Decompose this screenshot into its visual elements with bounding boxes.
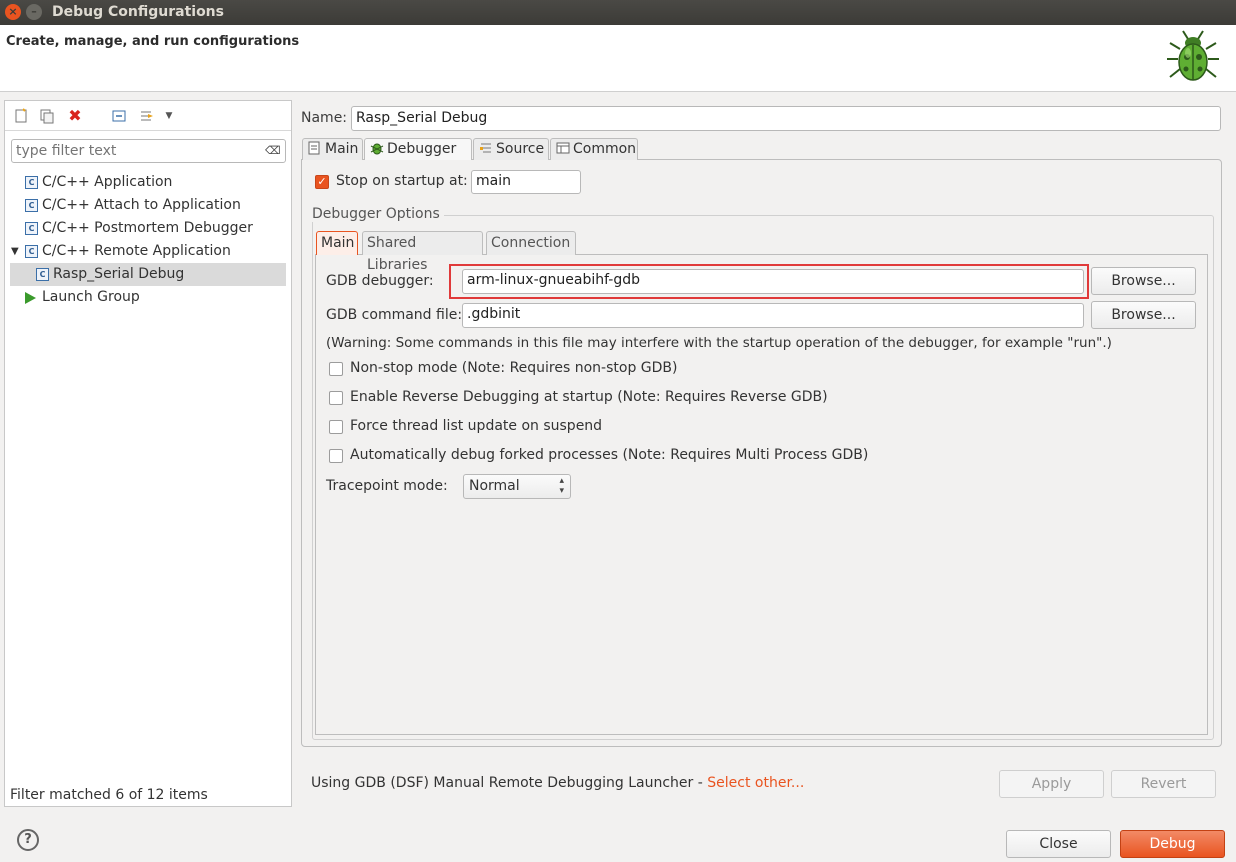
common-tab-icon bbox=[556, 141, 570, 161]
new-config-icon[interactable] bbox=[13, 108, 29, 124]
close-button[interactable]: Close bbox=[1006, 830, 1111, 858]
tree-item-cpp-application[interactable]: C C/C++ Application bbox=[5, 171, 291, 194]
inner-tab-main[interactable]: Main bbox=[316, 231, 358, 255]
config-tree: C C/C++ Application C C/C++ Attach to Ap… bbox=[5, 171, 291, 309]
dialog-header: Create, manage, and run configurations bbox=[0, 25, 1236, 92]
dialog-header-title: Create, manage, and run configurations bbox=[6, 34, 300, 49]
window-close-button[interactable]: × bbox=[5, 4, 21, 20]
filter-status: Filter matched 6 of 12 items bbox=[10, 787, 208, 803]
select-other-link[interactable]: Select other... bbox=[707, 775, 804, 791]
tree-item-cpp-remote[interactable]: ▼ C C/C++ Remote Application bbox=[5, 240, 291, 263]
force-thread-update-label: Force thread list update on suspend bbox=[350, 418, 603, 434]
window-minimize-button[interactable]: – bbox=[26, 4, 42, 20]
stop-on-startup-checkbox[interactable]: ✓ bbox=[315, 175, 329, 189]
debug-forked-processes-label: Automatically debug forked processes (No… bbox=[350, 447, 869, 463]
tab-main[interactable]: Main bbox=[302, 138, 363, 160]
tab-source[interactable]: Source bbox=[473, 138, 549, 160]
launcher-text: Using GDB (DSF) Manual Remote Debugging … bbox=[311, 775, 708, 791]
launch-group-icon bbox=[25, 292, 36, 304]
stop-on-startup-input[interactable]: main bbox=[471, 170, 581, 194]
tree-item-launch-group[interactable]: Launch Group bbox=[5, 286, 291, 309]
help-icon[interactable]: ? bbox=[17, 829, 39, 851]
c-config-icon: C bbox=[25, 176, 38, 189]
delete-icon[interactable]: ✖ bbox=[67, 108, 83, 124]
main-tab-icon bbox=[308, 141, 320, 161]
debugger-options-label: Debugger Options bbox=[312, 206, 444, 222]
title-bar: × – Debug Configurations bbox=[0, 0, 1236, 25]
tab-common[interactable]: Common bbox=[550, 138, 638, 160]
menu-dropdown-icon[interactable]: ▼ bbox=[161, 108, 177, 124]
non-stop-mode-checkbox[interactable] bbox=[329, 362, 343, 376]
c-config-icon: C bbox=[25, 245, 38, 258]
clear-filter-icon[interactable]: ⌫ bbox=[265, 144, 281, 157]
tree-item-label: C/C++ Postmortem Debugger bbox=[42, 220, 253, 236]
debug-button[interactable]: Debug bbox=[1120, 830, 1225, 858]
bug-icon bbox=[1167, 30, 1219, 81]
name-label: Name: bbox=[301, 110, 348, 126]
debug-forked-processes-checkbox[interactable] bbox=[329, 449, 343, 463]
filter-input[interactable] bbox=[11, 139, 286, 163]
expand-arrow-icon[interactable]: ▼ bbox=[11, 240, 19, 263]
tree-item-label: C/C++ Remote Application bbox=[42, 243, 231, 259]
tracepoint-mode-value: Normal bbox=[469, 478, 520, 494]
configuration-list-panel: ✖ ▼ ⌫ C C/C++ Application C C/C++ Attach… bbox=[4, 100, 292, 807]
gdb-command-file-input[interactable]: .gdbinit bbox=[462, 303, 1084, 328]
tab-source-label: Source bbox=[496, 141, 545, 157]
source-tab-icon bbox=[479, 141, 493, 161]
debugger-tab-icon bbox=[370, 141, 384, 161]
c-config-icon: C bbox=[36, 268, 49, 281]
tree-item-label: C/C++ Application bbox=[42, 174, 173, 190]
c-config-icon: C bbox=[25, 199, 38, 212]
spinner-arrows-icon: ▴ ▾ bbox=[559, 476, 564, 496]
duplicate-icon[interactable] bbox=[39, 108, 55, 124]
browse-gdb-command-button[interactable]: Browse... bbox=[1091, 301, 1196, 329]
tree-item-label: C/C++ Attach to Application bbox=[42, 197, 241, 213]
revert-button[interactable]: Revert bbox=[1111, 770, 1216, 798]
tab-debugger-label: Debugger bbox=[387, 141, 457, 157]
tree-item-rasp-serial-debug[interactable]: C Rasp_Serial Debug bbox=[10, 263, 286, 286]
config-toolbar: ✖ ▼ bbox=[5, 101, 291, 131]
gdb-debugger-label: GDB debugger: bbox=[326, 273, 434, 289]
force-thread-update-checkbox[interactable] bbox=[329, 420, 343, 434]
filter-icon[interactable] bbox=[139, 108, 155, 124]
reverse-debugging-label: Enable Reverse Debugging at startup (Not… bbox=[350, 389, 828, 405]
tracepoint-mode-select[interactable]: Normal ▴ ▾ bbox=[463, 474, 571, 499]
stop-on-startup-label: Stop on startup at: bbox=[336, 173, 468, 189]
highlight-box bbox=[449, 264, 1089, 299]
tree-item-label: Launch Group bbox=[42, 289, 140, 305]
collapse-all-icon[interactable] bbox=[111, 108, 127, 124]
apply-button[interactable]: Apply bbox=[999, 770, 1104, 798]
window-title: Debug Configurations bbox=[52, 4, 224, 20]
tree-item-label: Rasp_Serial Debug bbox=[53, 266, 185, 282]
inner-tab-connection[interactable]: Connection bbox=[486, 231, 576, 255]
tab-common-label: Common bbox=[573, 141, 637, 157]
tab-main-label: Main bbox=[325, 141, 359, 157]
browse-gdb-debugger-button[interactable]: Browse... bbox=[1091, 267, 1196, 295]
gdb-command-file-label: GDB command file: bbox=[326, 307, 463, 323]
reverse-debugging-checkbox[interactable] bbox=[329, 391, 343, 405]
tree-item-cpp-attach[interactable]: C C/C++ Attach to Application bbox=[5, 194, 291, 217]
tracepoint-mode-label: Tracepoint mode: bbox=[326, 478, 448, 494]
tree-item-cpp-postmortem[interactable]: C C/C++ Postmortem Debugger bbox=[5, 217, 291, 240]
name-input[interactable]: Rasp_Serial Debug bbox=[351, 106, 1221, 131]
tab-debugger[interactable]: Debugger bbox=[364, 138, 472, 160]
gdbinit-warning: (Warning: Some commands in this file may… bbox=[326, 335, 1112, 351]
launcher-info: Using GDB (DSF) Manual Remote Debugging … bbox=[311, 775, 804, 791]
c-config-icon: C bbox=[25, 222, 38, 235]
inner-tab-shared-libraries[interactable]: Shared Libraries bbox=[362, 231, 483, 273]
non-stop-mode-label: Non-stop mode (Note: Requires non-stop G… bbox=[350, 360, 678, 376]
